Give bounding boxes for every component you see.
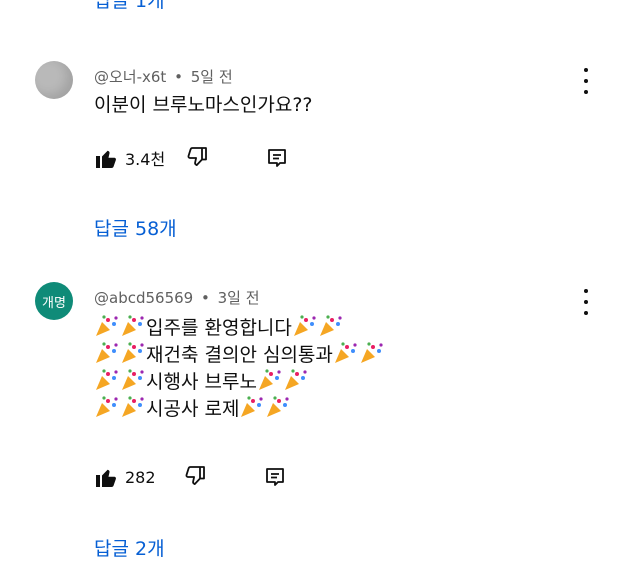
party-popper-icon <box>241 396 264 417</box>
like-button[interactable]: 3.4천 <box>94 146 165 170</box>
like-count: 3.4천 <box>125 150 166 169</box>
reply-icon <box>265 468 284 486</box>
comment-actions: 282 <box>94 462 287 492</box>
party-popper-icon <box>96 342 118 363</box>
comment-time[interactable]: 5일 전 <box>191 68 233 86</box>
comment-meta: @오너-x6t • 5일 전 <box>94 66 233 87</box>
party-popper-icon <box>319 315 342 336</box>
thumbs-up-icon <box>96 150 116 168</box>
party-popper-icon <box>122 369 144 390</box>
comment-actions: 3.4천 <box>94 143 289 173</box>
dislike-button[interactable] <box>183 465 207 489</box>
view-replies-link[interactable]: 답글 58개 <box>94 214 177 241</box>
dislike-button[interactable] <box>185 146 209 170</box>
avatar-text: 개명 <box>42 295 66 311</box>
reply-button[interactable] <box>265 146 289 170</box>
top-replies-link[interactable]: 답글 1개 <box>94 0 165 13</box>
more-vert-icon[interactable] <box>578 68 594 94</box>
comment-text-line: 입주를 환영합니다 <box>94 314 385 341</box>
comment-time[interactable]: 3일 전 <box>218 289 260 307</box>
comment-text-line: 시행사 브루노 <box>94 368 385 395</box>
party-popper-icon <box>122 342 144 363</box>
party-popper-icon <box>122 396 144 417</box>
comment-meta: @abcd56569 • 3일 전 <box>94 287 260 308</box>
comment-text-segment: 재건축 결의안 심의통과 <box>146 344 333 366</box>
reply-icon <box>268 149 287 167</box>
author-handle[interactable]: @abcd56569 <box>94 289 193 307</box>
comment-text-line: 재건축 결의안 심의통과 <box>94 341 385 368</box>
comment-text: 이분이 브루노마스인가요?? <box>94 93 313 118</box>
party-popper-icon <box>258 369 281 390</box>
party-popper-icon <box>96 315 118 336</box>
comment-text-segment: 시공사 로제 <box>146 398 240 420</box>
comment-text-line: 시공사 로제 <box>94 395 385 422</box>
avatar[interactable]: 개명 <box>35 282 73 320</box>
comment-text: 입주를 환영합니다 재건축 결의안 심의통과 시행사 브루노 시공사 로제 <box>94 314 385 422</box>
thumbs-down-icon <box>187 147 208 166</box>
more-vert-icon[interactable] <box>578 289 594 315</box>
thumbs-down-icon <box>185 466 205 485</box>
party-popper-icon <box>122 315 144 336</box>
party-popper-icon <box>96 369 118 390</box>
comment-text-segment: 시행사 브루노 <box>146 371 257 393</box>
party-popper-icon <box>96 396 118 417</box>
like-button[interactable]: 282 <box>94 465 156 489</box>
thumbs-up-icon <box>96 469 116 487</box>
meta-separator: • <box>174 68 183 86</box>
party-popper-icon <box>284 369 307 390</box>
like-count: 282 <box>125 467 156 487</box>
party-popper-icon <box>267 396 290 417</box>
view-replies-link[interactable]: 답글 2개 <box>94 534 165 561</box>
party-popper-icon <box>360 342 383 363</box>
comment-text-line: 이분이 브루노마스인가요?? <box>94 94 313 116</box>
comment-text-segment: 입주를 환영합니다 <box>146 317 292 339</box>
party-popper-icon <box>293 315 316 336</box>
avatar[interactable] <box>35 61 73 99</box>
reply-button[interactable] <box>263 465 287 489</box>
author-handle[interactable]: @오너-x6t <box>94 68 166 86</box>
party-popper-icon <box>334 342 357 363</box>
meta-separator: • <box>200 289 210 307</box>
